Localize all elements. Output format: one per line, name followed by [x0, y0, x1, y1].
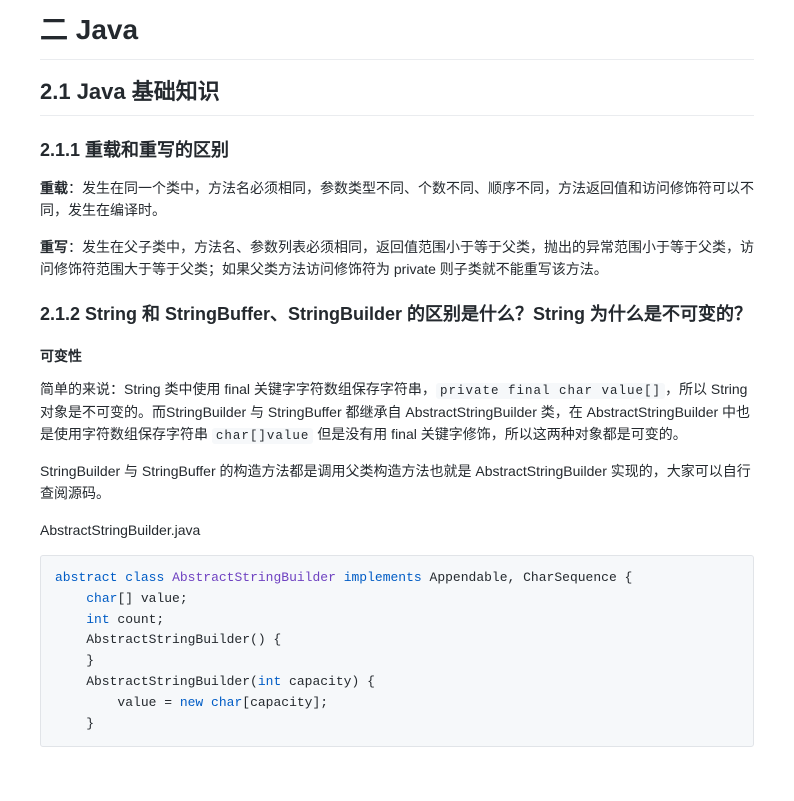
code-block-abstractstringbuilder: abstract class AbstractStringBuilder imp… — [40, 555, 754, 747]
heading-2-1-1: 2.1.1 重载和重写的区别 — [40, 136, 754, 165]
heading-level-1: 二 Java — [40, 8, 754, 60]
paragraph-mutability-1: 简单的来说：String 类中使用 final 关键字字符数组保存字符串，pri… — [40, 378, 754, 446]
paragraph-filename: AbstractStringBuilder.java — [40, 519, 754, 541]
subheading-mutability: 可变性 — [40, 345, 754, 367]
label-overload: 重载 — [40, 180, 68, 196]
heading-level-2: 2.1 Java 基础知识 — [40, 74, 754, 116]
heading-2-1-2: 2.1.2 String 和 StringBuffer、StringBuilde… — [40, 300, 754, 329]
paragraph-overload: 重载：发生在同一个类中，方法名必须相同，参数类型不同、个数不同、顺序不同，方法返… — [40, 177, 754, 222]
inline-code-char-value: char[]value — [212, 428, 314, 444]
inline-code-private-final: private final char value[] — [436, 383, 665, 399]
text: 但是没有用 final 关键字修饰，所以这两种对象都是可变的。 — [313, 426, 686, 442]
paragraph-override: 重写：发生在父子类中，方法名、参数列表必须相同，返回值范围小于等于父类，抛出的异… — [40, 236, 754, 281]
paragraph-mutability-2: StringBuilder 与 StringBuffer 的构造方法都是调用父类… — [40, 460, 754, 505]
label-override: 重写 — [40, 239, 68, 255]
text: 简单的来说：String 类中使用 final 关键字字符数组保存字符串， — [40, 381, 436, 397]
text-overload: ：发生在同一个类中，方法名必须相同，参数类型不同、个数不同、顺序不同，方法返回值… — [40, 180, 754, 218]
text-override: ：发生在父子类中，方法名、参数列表必须相同，返回值范围小于等于父类，抛出的异常范… — [40, 239, 754, 277]
